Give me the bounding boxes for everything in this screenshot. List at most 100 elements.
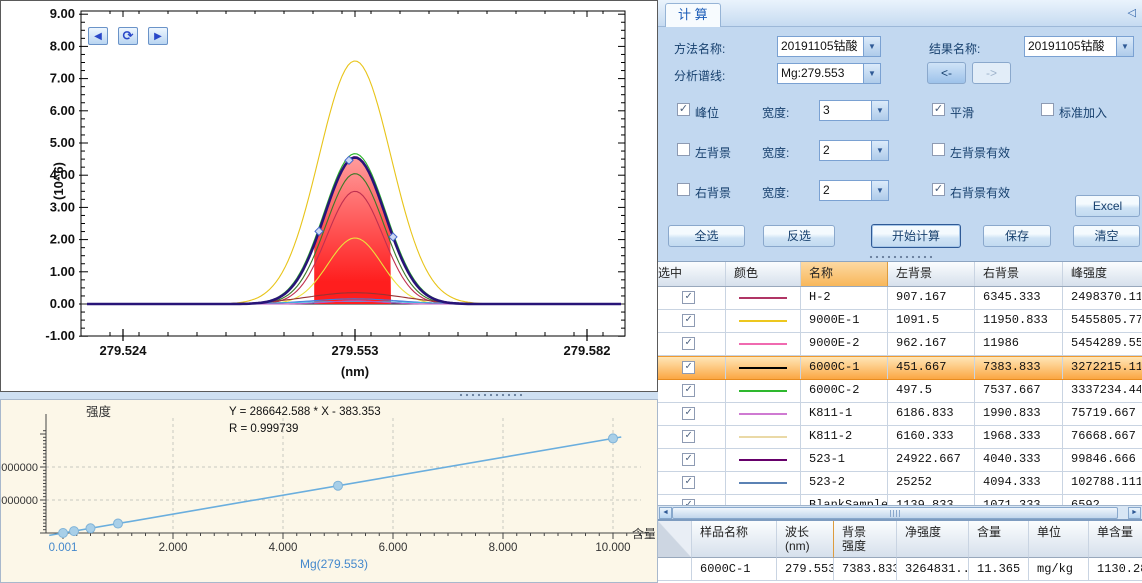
row-leftbg-cell: 25252 xyxy=(888,472,975,494)
right-background-checkbox[interactable] xyxy=(677,183,690,196)
collapse-panel-icon[interactable]: ◁ xyxy=(1128,6,1136,19)
smooth-checkbox[interactable]: ✓ xyxy=(932,103,945,116)
table-hscrollbar[interactable]: ◄ ► xyxy=(658,505,1142,519)
sample-result-table: 样品名称 波长 (nm) 背景 强度 净强度 含量 单位 单含量 6000C-1… xyxy=(658,519,1142,583)
table-splitter[interactable] xyxy=(658,252,1142,261)
table-row[interactable]: ✓9000E-11091.511950.8335455805.778 xyxy=(658,310,1142,333)
row-rightbg-cell: 1990.833 xyxy=(975,403,1063,425)
invert-selection-button[interactable]: 反选 xyxy=(763,225,835,247)
col-peak[interactable]: 峰强度 xyxy=(1063,262,1141,286)
sample-table-row[interactable]: 6000C-1279.5537383.8333264831...11.365mg… xyxy=(658,558,1142,581)
peak-position-checkbox[interactable]: ✓ xyxy=(677,103,690,116)
right-background-valid-checkbox[interactable]: ✓ xyxy=(932,183,945,196)
row-color-cell xyxy=(726,287,801,309)
row-color-cell xyxy=(726,333,801,355)
col-content[interactable]: 含量 xyxy=(969,521,1029,558)
chevron-down-icon[interactable]: ▼ xyxy=(871,141,888,160)
sample-cell: 11.365 xyxy=(969,558,1029,581)
method-name-select[interactable]: 20191105钴酸 ▼ xyxy=(777,36,881,57)
spectrum-refresh-icon[interactable]: ⟳ xyxy=(118,27,138,45)
row-checkbox[interactable]: ✓ xyxy=(682,361,695,374)
chart-splitter[interactable] xyxy=(0,392,658,399)
row-checkbox[interactable]: ✓ xyxy=(682,291,695,304)
col-bg-intensity[interactable]: 背景 强度 xyxy=(834,521,897,558)
table-corner-cell[interactable] xyxy=(658,521,692,558)
table-row[interactable]: ✓523-124922.6674040.33399846.666 xyxy=(658,449,1142,472)
table-row[interactable]: ✓K811-16186.8331990.83375719.667 xyxy=(658,403,1142,426)
row-rightbg-cell: 6345.333 xyxy=(975,287,1063,309)
row-checkbox[interactable]: ✓ xyxy=(682,430,695,443)
svg-text:0.001: 0.001 xyxy=(49,542,78,554)
col-left-bg[interactable]: 左背景 xyxy=(888,262,975,286)
svg-text:6.00: 6.00 xyxy=(50,103,75,118)
col-net-intensity[interactable]: 净强度 xyxy=(897,521,969,558)
chevron-down-icon[interactable]: ▼ xyxy=(863,64,880,83)
start-calculation-button[interactable]: 开始计算 xyxy=(871,224,961,248)
row-checkbox[interactable]: ✓ xyxy=(682,384,695,397)
smooth-label: 平滑 xyxy=(950,104,974,121)
peak-width-select[interactable]: 3 ▼ xyxy=(819,100,889,121)
row-rightbg-cell: 7537.667 xyxy=(975,380,1063,402)
chevron-down-icon[interactable]: ▼ xyxy=(871,181,888,200)
result-name-select[interactable]: 20191105钴酸 ▼ xyxy=(1024,36,1134,57)
rightbg-width-select[interactable]: 2 ▼ xyxy=(819,180,889,201)
right-background-label: 右背景 xyxy=(695,184,731,201)
col-name[interactable]: 名称 xyxy=(801,262,888,286)
col-unit-content[interactable]: 单含量 xyxy=(1089,521,1142,558)
right-background-valid-label: 右背景有效 xyxy=(950,184,1010,201)
col-wavelength[interactable]: 波长 (nm) xyxy=(777,521,834,558)
row-checkbox[interactable]: ✓ xyxy=(682,407,695,420)
row-leftbg-cell: 6186.833 xyxy=(888,403,975,425)
table-row[interactable]: ✓K811-26160.3331968.33376668.667 xyxy=(658,426,1142,449)
next-result-button[interactable]: -> xyxy=(972,62,1011,84)
spectrum-prev-button[interactable]: ◀ xyxy=(88,27,108,45)
row-leftbg-cell: 451.667 xyxy=(888,357,975,379)
analysis-line-select[interactable]: Mg:279.553 ▼ xyxy=(777,63,881,84)
table-row[interactable]: ✓6000C-1451.6677383.8333272215.111 xyxy=(658,356,1142,380)
analysis-line-value: Mg:279.553 xyxy=(778,64,863,83)
row-checkbox[interactable]: ✓ xyxy=(682,314,695,327)
prev-result-button[interactable]: <- xyxy=(927,62,966,84)
row-peak-cell: 3337234.444 xyxy=(1063,380,1141,402)
left-background-checkbox[interactable] xyxy=(677,143,690,156)
col-right-bg[interactable]: 右背景 xyxy=(975,262,1063,286)
tab-calculate[interactable]: 计 算 xyxy=(665,3,721,27)
col-color[interactable]: 颜色 xyxy=(726,262,801,286)
chevron-down-icon[interactable]: ▼ xyxy=(871,101,888,120)
row-color-cell xyxy=(726,426,801,448)
col-unit[interactable]: 单位 xyxy=(1029,521,1089,558)
row-checkbox-cell: ✓ xyxy=(658,426,726,448)
row-checkbox[interactable]: ✓ xyxy=(682,453,695,466)
leftbg-width-select[interactable]: 2 ▼ xyxy=(819,140,889,161)
col-selected[interactable]: 选中 xyxy=(658,262,726,286)
left-background-valid-checkbox[interactable] xyxy=(932,143,945,156)
select-all-button[interactable]: 全选 xyxy=(668,225,745,247)
chevron-down-icon[interactable]: ▼ xyxy=(1116,37,1133,56)
scroll-right-icon[interactable]: ► xyxy=(1128,507,1141,519)
row-name-cell: 9000E-2 xyxy=(801,333,888,355)
scroll-left-icon[interactable]: ◄ xyxy=(659,507,672,519)
col-sample-name[interactable]: 样品名称 xyxy=(692,521,777,558)
method-name-value: 20191105钴酸 xyxy=(778,37,863,56)
scrollbar-thumb[interactable] xyxy=(672,507,1118,519)
table-row[interactable]: ✓H-2907.1676345.3332498370.111 xyxy=(658,287,1142,310)
chevron-down-icon[interactable]: ▼ xyxy=(863,37,880,56)
calibration-chart[interactable]: 0000000000000.0012.0004.0006.0008.00010.… xyxy=(1,400,657,583)
save-button[interactable]: 保存 xyxy=(983,225,1051,247)
excel-button[interactable]: Excel xyxy=(1075,195,1140,217)
result-name-label: 结果名称: xyxy=(929,40,980,57)
standard-addition-checkbox[interactable] xyxy=(1041,103,1054,116)
table-row[interactable]: ✓9000E-2962.167119865454289.556 xyxy=(658,333,1142,356)
table-row[interactable]: ✓523-2252524094.333102788.111 xyxy=(658,472,1142,495)
row-checkbox[interactable]: ✓ xyxy=(682,476,695,489)
spectrum-chart[interactable]: -1.000.001.002.003.004.005.006.007.008.0… xyxy=(1,1,657,392)
clear-button[interactable]: 清空 xyxy=(1073,225,1140,247)
table-row[interactable]: ✓6000C-2497.57537.6673337234.444 xyxy=(658,380,1142,403)
sample-table-body: 6000C-1279.5537383.8333264831...11.365mg… xyxy=(658,558,1142,581)
app-window: -1.000.001.002.003.004.005.006.007.008.0… xyxy=(0,0,1142,583)
spectrum-next-button[interactable]: ▶ xyxy=(148,27,168,45)
row-checkbox[interactable]: ✓ xyxy=(682,337,695,350)
rightbg-width-value: 2 xyxy=(820,181,871,200)
row-checkbox-cell: ✓ xyxy=(658,449,726,471)
svg-text:6.000: 6.000 xyxy=(379,542,408,554)
